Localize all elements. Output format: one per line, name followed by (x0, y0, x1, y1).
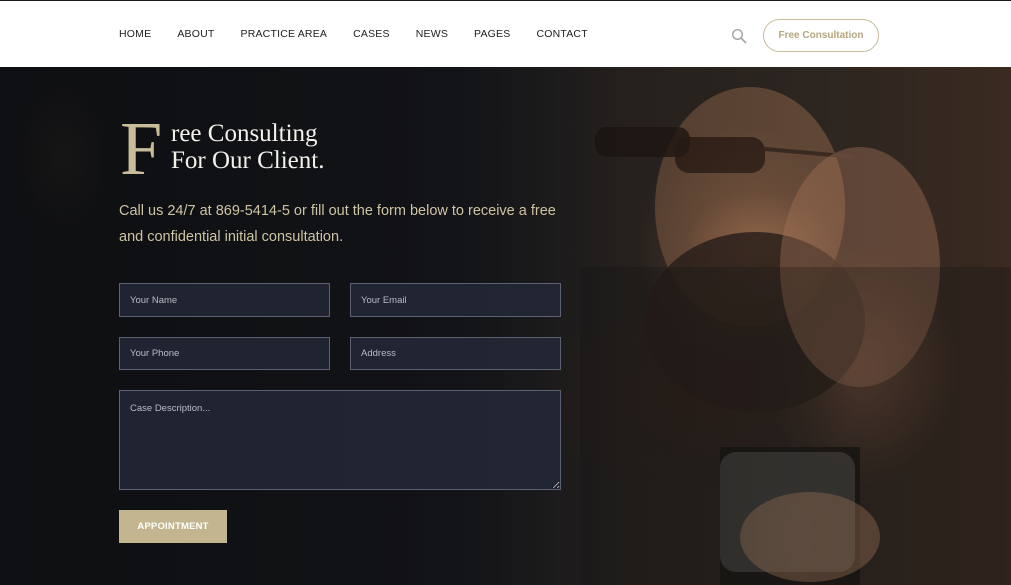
top-navigation-bar: HOME ABOUT PRACTICE AREA CASES NEWS PAGE… (0, 0, 1011, 67)
name-field[interactable] (119, 283, 330, 317)
search-icon[interactable] (731, 28, 747, 44)
nav-pages[interactable]: PAGES (474, 28, 510, 40)
case-description-field[interactable] (119, 390, 561, 490)
email-field[interactable] (350, 283, 561, 317)
heading-line-2: For Our Client. (171, 147, 325, 174)
heading-dropcap: F (120, 107, 163, 191)
free-consultation-button[interactable]: Free Consultation (763, 19, 879, 52)
nav-about[interactable]: ABOUT (177, 28, 214, 40)
hero-intro-text: Call us 24/7 at 869-5414-5 or fill out t… (119, 203, 556, 245)
main-nav: HOME ABOUT PRACTICE AREA CASES NEWS PAGE… (119, 28, 614, 40)
address-field[interactable] (350, 337, 561, 370)
nav-home[interactable]: HOME (119, 28, 151, 40)
nav-cases[interactable]: CASES (353, 28, 390, 40)
heading-line-1: ree Consulting (171, 120, 318, 147)
nav-contact[interactable]: CONTACT (536, 28, 587, 40)
phone-field[interactable] (119, 337, 330, 370)
nav-practice-area[interactable]: PRACTICE AREA (240, 28, 327, 40)
nav-news[interactable]: NEWS (416, 28, 448, 40)
hero-section: F ree Consulting For Our Client. Call us… (0, 67, 1011, 585)
appointment-button[interactable]: APPOINTMENT (119, 510, 227, 543)
